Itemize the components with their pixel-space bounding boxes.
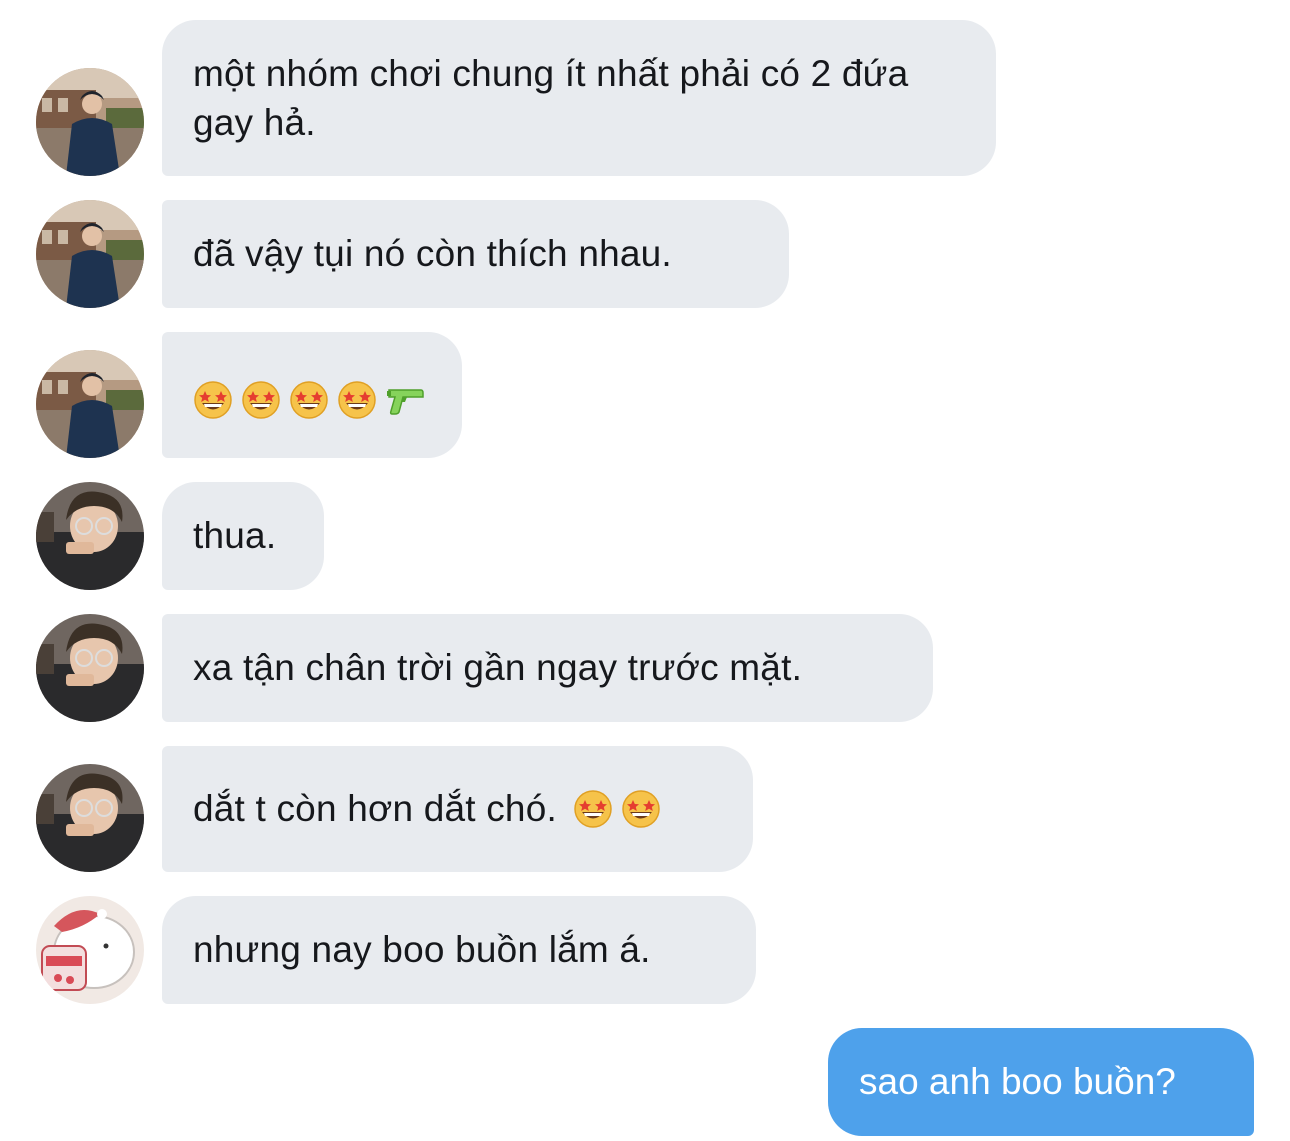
star-struck-emoji-icon xyxy=(573,789,613,829)
message-bubble[interactable]: xa tận chân trời gần ngay trước mặt. xyxy=(162,614,933,722)
message-text: đã vậy tụi nó còn thích nhau. xyxy=(193,233,672,274)
message-text: một nhóm chơi chung ít nhất phải có 2 đứ… xyxy=(193,53,909,143)
water-pistol-emoji-icon xyxy=(385,380,425,420)
message-bubble[interactable] xyxy=(162,332,462,458)
message-bubble[interactable]: thua. xyxy=(162,482,324,590)
message-text: dắt t còn hơn dắt chó. xyxy=(193,788,557,829)
message-text: nhưng nay boo buồn lắm á. xyxy=(193,929,651,970)
message-text: xa tận chân trời gần ngay trước mặt. xyxy=(193,647,803,688)
star-struck-emoji-icon xyxy=(337,380,377,420)
avatar[interactable] xyxy=(36,68,144,176)
message-bubble[interactable]: dắt t còn hơn dắt chó. xyxy=(162,746,753,872)
star-struck-emoji-icon xyxy=(193,380,233,420)
message-bubble[interactable]: đã vậy tụi nó còn thích nhau. xyxy=(162,200,789,308)
avatar[interactable] xyxy=(36,200,144,308)
avatar[interactable] xyxy=(36,764,144,872)
message-bubble[interactable]: nhưng nay boo buồn lắm á. xyxy=(162,896,756,1004)
star-struck-emoji-icon xyxy=(241,380,281,420)
avatar[interactable] xyxy=(36,896,144,1004)
avatar[interactable] xyxy=(36,482,144,590)
avatar[interactable] xyxy=(36,350,144,458)
avatar[interactable] xyxy=(36,614,144,722)
message-bubble[interactable]: một nhóm chơi chung ít nhất phải có 2 đứ… xyxy=(162,20,996,176)
star-struck-emoji-icon xyxy=(621,789,661,829)
outgoing-message-bubble[interactable]: sao anh boo buồn? xyxy=(828,1028,1254,1136)
message-text: sao anh boo buồn? xyxy=(859,1061,1176,1102)
star-struck-emoji-icon xyxy=(289,380,329,420)
message-text: thua. xyxy=(193,515,277,556)
